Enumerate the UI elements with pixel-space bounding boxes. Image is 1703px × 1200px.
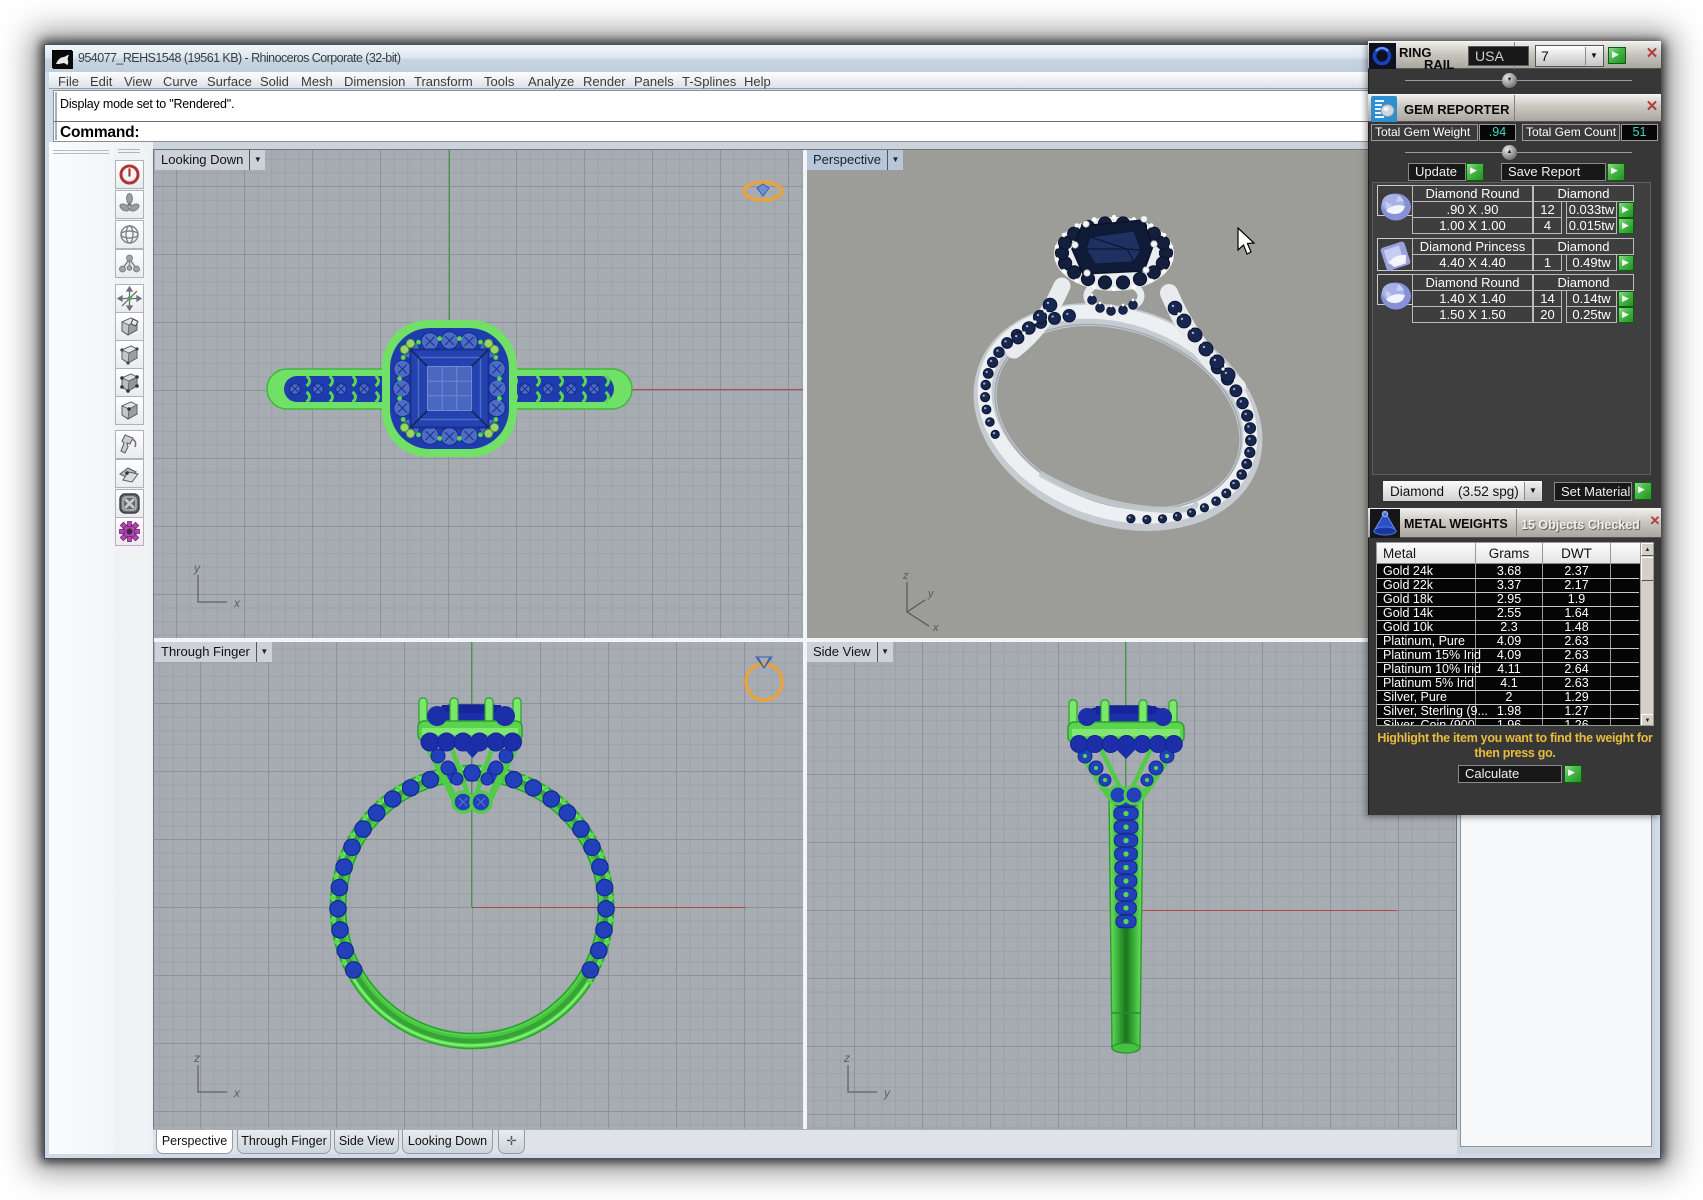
svg-text:z: z bbox=[902, 570, 909, 582]
svg-text:x: x bbox=[233, 596, 241, 610]
svg-text:y: y bbox=[193, 561, 201, 575]
svg-text:x: x bbox=[932, 622, 939, 634]
svg-text:x: x bbox=[233, 1086, 241, 1100]
svg-text:z: z bbox=[843, 1051, 850, 1065]
svg-text:y: y bbox=[927, 588, 935, 600]
svg-text:z: z bbox=[193, 1051, 200, 1065]
svg-text:y: y bbox=[883, 1086, 891, 1100]
